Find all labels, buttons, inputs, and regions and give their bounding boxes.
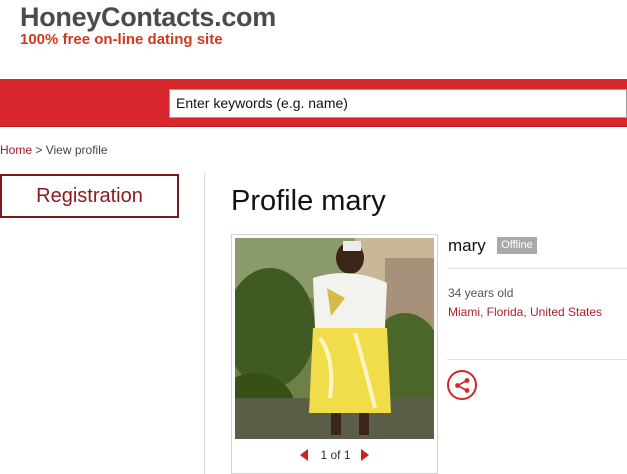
share-button[interactable] [447,370,477,400]
site-logo[interactable]: HoneyContacts.com [20,2,276,33]
share-icon [455,378,470,393]
status-badge: Offline [497,237,537,254]
breadcrumb: Home > View profile [0,143,108,157]
breadcrumb-home-link[interactable]: Home [0,143,32,157]
registration-button[interactable]: Registration [0,174,179,218]
photo-pager-count: 1 of 1 [320,447,351,462]
user-location-link[interactable]: Miami, Florida, United States [448,305,602,319]
photo-pager: 1 of 1 [232,447,437,462]
page-title: Profile mary [231,185,386,217]
site-tagline: 100% free on-line dating site [20,31,223,48]
user-age: 34 years old [448,286,514,300]
breadcrumb-separator: > [35,143,43,157]
profile-photo[interactable] [235,238,434,439]
breadcrumb-current: View profile [45,143,108,157]
chevron-left-icon[interactable] [300,448,309,461]
divider [447,268,627,269]
column-divider [204,173,205,474]
divider [447,359,627,360]
search-input[interactable]: Enter keywords (e.g. name) [169,89,627,118]
profile-photo-frame: 1 of 1 [231,234,438,474]
search-bar: Enter keywords (e.g. name) [0,79,627,127]
chevron-right-icon[interactable] [360,448,369,461]
user-name: mary [448,236,486,255]
